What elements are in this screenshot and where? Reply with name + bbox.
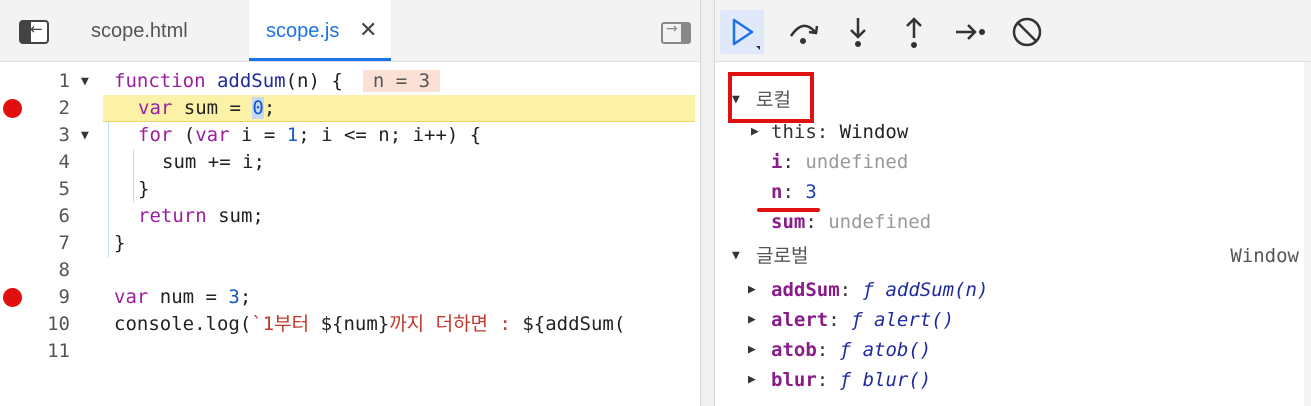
var-value: atob() [862,339,932,361]
line-number[interactable]: 3 [30,122,70,149]
code-line: 3 ▼ for (var i = 1; i <= n; i++) { [0,122,700,149]
expand-icon[interactable]: ▶ [748,305,756,335]
scope-var-row[interactable]: ▶ addSum: ƒ addSum(n) [715,275,1305,305]
annotation-box [728,72,814,123]
step-out-icon[interactable] [892,10,936,54]
var-value: alert() [874,309,955,331]
tab-scope-js[interactable]: scope.js ✕ [249,0,391,61]
close-icon[interactable]: ✕ [359,0,377,62]
expand-icon[interactable]: ▶ [748,365,756,395]
step-icon[interactable] [948,10,992,54]
expand-icon[interactable]: ▶ [748,335,756,365]
var-name: alert [771,309,829,331]
debugger-toolbar [715,0,1311,62]
editor-tab-bar: ← scope.html scope.js ✕ → [0,0,700,62]
scope-var-row[interactable]: ▶ alert: ƒ alert() [715,305,1305,335]
line-number[interactable]: 7 [30,230,70,257]
var-value: 3 [805,181,817,203]
code-line: 10 console.log(`1부터 ${num}까지 더하면 : ${add… [0,311,700,338]
var-name: atob [771,339,817,361]
scope-global-header[interactable]: ▼ 글로벌 Window [715,241,1305,271]
breakpoint-marker[interactable] [3,99,22,118]
scope-var-row[interactable]: n: 3 [715,177,1305,207]
var-value: Window [839,121,909,143]
scope-var-row[interactable]: ▶ atob: ƒ atob() [715,335,1305,365]
line-number[interactable]: 11 [30,338,70,365]
scope-var-row[interactable]: ▶ blur: ƒ blur() [715,365,1305,395]
tab-label: scope.js [266,20,340,42]
step-over-icon[interactable] [781,10,825,54]
deactivate-breakpoints-icon[interactable] [1005,10,1049,54]
fold-icon[interactable]: ▼ [81,122,89,149]
step-into-icon[interactable] [836,10,880,54]
line-number[interactable]: 6 [30,203,70,230]
var-value: addSum(n) [885,279,989,301]
code-line: 1 ▼ function addSum(n) {n = 3 [0,68,700,95]
scope-var-row[interactable]: i: undefined [715,147,1305,177]
var-value: undefined [805,151,909,173]
line-number[interactable]: 10 [30,311,70,338]
breakpoint-marker[interactable] [3,288,22,307]
line-number[interactable]: 4 [30,149,70,176]
code-line: 8 [0,257,700,284]
var-name: n [771,181,783,203]
line-number[interactable]: 5 [30,176,70,203]
var-name: sum [771,211,806,233]
fold-icon[interactable]: ▼ [81,68,89,95]
code-line: 4 sum += i; [0,149,700,176]
annotation-underline [757,208,820,212]
var-name: blur [771,369,817,391]
line-number[interactable]: 9 [30,284,70,311]
code-line: 6 return sum; [0,203,700,230]
code-line: 7 } [0,230,700,257]
code-line: 5 } [0,176,700,203]
var-name: addSum [771,279,840,301]
var-value: blur() [862,369,932,391]
debugger-pane: ▼ 로컬 ▶ this: Window i: undefined n: 3 su… [715,0,1311,406]
line-number[interactable]: 2 [30,95,70,122]
inline-value: n = 3 [362,70,441,92]
expand-icon[interactable]: ▼ [732,241,740,271]
global-label: 글로벌 [756,245,809,267]
resume-icon[interactable] [720,10,764,54]
pane-divider[interactable] [700,0,715,406]
sidebar-toggle-icon[interactable]: ← [19,20,49,44]
line-number[interactable]: 8 [30,257,70,284]
var-name: i [771,151,783,173]
code-line-paused: 2 var sum = 0; [0,95,700,122]
var-name: this [771,121,817,143]
expand-icon[interactable]: ▶ [748,275,756,305]
global-value: Window [1230,245,1299,267]
code-line: 11 [0,338,700,365]
editor-pane: ← scope.html scope.js ✕ → 1 ▼ function a… [0,0,700,406]
tab-scope-html[interactable]: scope.html [91,0,188,62]
line-number[interactable]: 1 [30,68,70,95]
code-line: 9 var num = 3; [0,284,700,311]
scope-scrollbar[interactable] [1304,62,1311,406]
var-value: undefined [828,211,932,233]
toggle-debugger-icon[interactable]: → [661,21,691,44]
